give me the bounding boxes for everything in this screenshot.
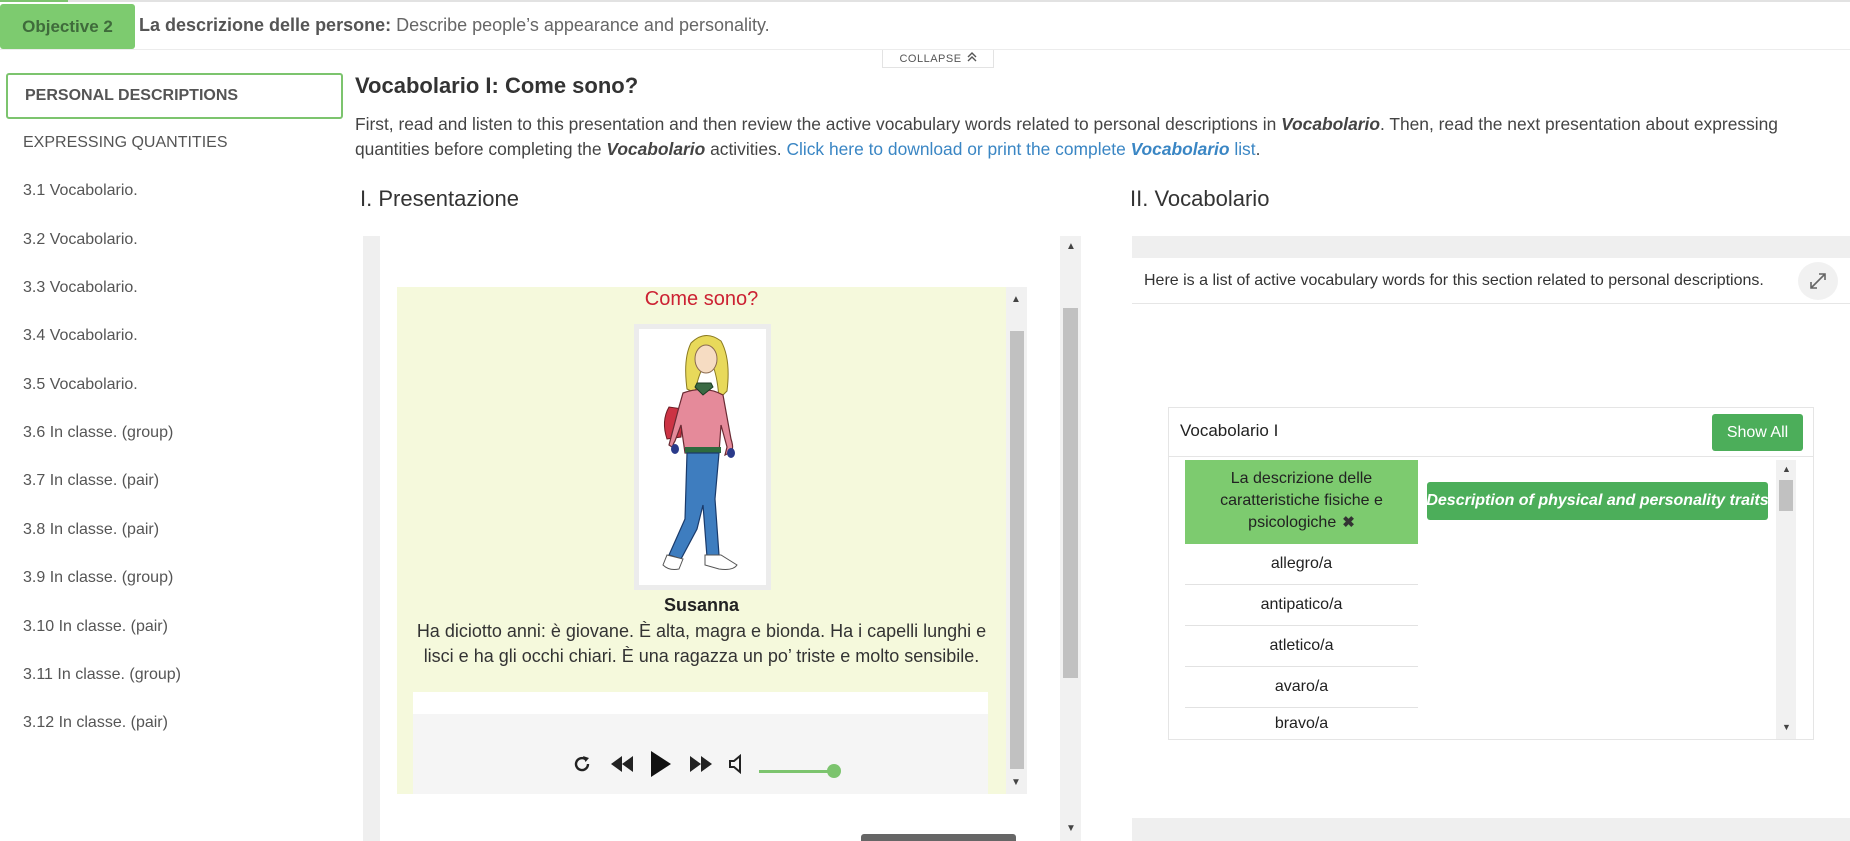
sidebar-item-label: 3.6 In classe. (group)	[23, 424, 174, 441]
vocab-box-title: Vocabolario I	[1180, 421, 1279, 440]
vocab-scrollbar[interactable]	[1776, 460, 1796, 739]
rewind-icon[interactable]	[609, 752, 635, 776]
sidebar-item-label: 3.7 In classe. (pair)	[23, 472, 160, 489]
sidebar-item-3-4[interactable]: 3.4 Vocabolario.	[0, 313, 345, 359]
card-scroll-up-arrow-icon[interactable]: ▲	[1011, 294, 1021, 305]
objective-subtitle: Describe people’s appearance and persona…	[391, 15, 770, 35]
objective-badge[interactable]: Objective 2	[0, 4, 135, 49]
vocab-term-row[interactable]: allegro/a	[1185, 544, 1418, 585]
scroll-down-arrow-icon[interactable]: ▼	[1066, 823, 1076, 834]
page-title: Vocabolario I: Come sono?	[355, 73, 639, 98]
sidebar-item-label: 3.3 Vocabolario.	[23, 279, 138, 296]
character-name: Susanna	[663, 595, 740, 615]
sidebar-item-label: 3.11 In classe. (group)	[23, 666, 182, 683]
sidebar-item-label: 3.8 In classe. (pair)	[23, 521, 160, 538]
sidebar-item-label: 3.5 Vocabolario.	[23, 376, 138, 393]
sidebar-item-label: 3.10 In classe. (pair)	[23, 618, 168, 635]
sidebar-item-label: 3.9 In classe. (group)	[23, 569, 174, 586]
chevron-double-up-icon	[967, 52, 977, 65]
sidebar-item-label: PERSONAL DESCRIPTIONS	[25, 87, 239, 104]
vocab-term-row[interactable]: avaro/a	[1185, 667, 1418, 708]
presentation-title: Come sono?	[644, 288, 759, 310]
link-text-1: Click here to download or print the comp…	[786, 139, 1131, 159]
show-all-button[interactable]: Show All	[1712, 414, 1803, 451]
link-text-2: list	[1229, 139, 1256, 159]
vocab-scroll-up-arrow-icon[interactable]: ▲	[1782, 464, 1791, 474]
sidebar-item-3-11[interactable]: 3.11 In classe. (group)	[0, 652, 345, 698]
close-icon[interactable]: ✖	[1342, 514, 1355, 531]
volume-icon[interactable]	[726, 752, 746, 776]
intro-text-1: First, read and listen to this presentat…	[355, 114, 1282, 134]
character-description: Ha diciotto anni: è giovane. È alta, mag…	[416, 621, 987, 666]
sidebar-item-label: 3.2 Vocabolario.	[23, 231, 138, 248]
sidebar-item-3-1[interactable]: 3.1 Vocabolario.	[0, 168, 345, 214]
play-icon[interactable]	[648, 749, 674, 779]
definition-header-button[interactable]: Description of physical and personality …	[1426, 482, 1769, 520]
replay-icon[interactable]	[570, 752, 594, 776]
objective-bar: Objective 2 La descrizione delle persone…	[0, 2, 1850, 50]
vocab-term-row[interactable]: antipatico/a	[1185, 585, 1418, 626]
frame-scrollbar[interactable]	[1060, 236, 1081, 841]
scroll-up-arrow-icon[interactable]: ▲	[1066, 241, 1076, 252]
collapse-button[interactable]: COLLAPSE	[882, 50, 994, 68]
sidebar-item-3-3[interactable]: 3.3 Vocabolario.	[0, 265, 345, 311]
vocab-term-row[interactable]: atletico/a	[1185, 626, 1418, 667]
volume-slider-track[interactable]	[759, 770, 833, 773]
sidebar-item-3-5[interactable]: 3.5 Vocabolario.	[0, 362, 345, 408]
frame-left-border	[363, 236, 380, 841]
intro-emphasis-2: Vocabolario	[606, 139, 706, 159]
card-scrollbar[interactable]	[1006, 287, 1027, 794]
intro-text-3: activities.	[705, 139, 787, 159]
section-heading-presentazione: I. Presentazione	[360, 186, 519, 211]
sidebar-item-label: 3.12 In classe. (pair)	[23, 714, 168, 731]
sidebar-item-3-8[interactable]: 3.8 In classe. (pair)	[0, 507, 345, 553]
sidebar-item-3-2[interactable]: 3.2 Vocabolario.	[0, 217, 345, 263]
vocab-scrollbar-thumb[interactable]	[1779, 480, 1793, 511]
sidebar-item-3-12[interactable]: 3.12 In classe. (pair)	[0, 700, 345, 746]
collapse-label: COLLAPSE	[899, 52, 962, 65]
sidebar-item-personal-descriptions[interactable]: PERSONAL DESCRIPTIONS	[6, 73, 343, 119]
sidebar-item-3-6[interactable]: 3.6 In classe. (group)	[0, 410, 345, 456]
volume-slider-handle[interactable]	[827, 764, 841, 778]
bottom-tab-handle[interactable]	[861, 834, 1016, 841]
intro-emphasis-1: Vocabolario	[1281, 114, 1380, 134]
fast-forward-icon[interactable]	[688, 752, 714, 776]
vocab-panel-footer-band	[1132, 818, 1850, 841]
audio-player-top	[413, 692, 988, 714]
vocab-panel-header-band	[1132, 236, 1850, 258]
link-emphasis: Vocabolario	[1130, 139, 1230, 159]
sidebar-item-label: EXPRESSING QUANTITIES	[23, 134, 228, 151]
expand-icon[interactable]	[1798, 262, 1838, 300]
sidebar-item-3-10[interactable]: 3.10 In classe. (pair)	[0, 604, 345, 650]
card-scrollbar-thumb[interactable]	[1010, 331, 1024, 769]
download-vocabolario-link[interactable]: Click here to download or print the comp…	[786, 139, 1255, 159]
vocab-scroll-down-arrow-icon[interactable]: ▼	[1782, 722, 1791, 732]
scrollbar-thumb[interactable]	[1063, 308, 1078, 678]
intro-paragraph: First, read and listen to this presentat…	[355, 112, 1825, 162]
sidebar-item-label: 3.4 Vocabolario.	[23, 327, 138, 344]
term-header-text: La descrizione delle caratteristiche fis…	[1220, 470, 1383, 531]
vocab-note-text: Here is a list of active vocabulary word…	[1144, 272, 1764, 289]
sidebar-item-expressing-quantities[interactable]: EXPRESSING QUANTITIES	[0, 120, 345, 166]
sidebar-item-3-7[interactable]: 3.7 In classe. (pair)	[0, 458, 345, 504]
vocab-note: Here is a list of active vocabulary word…	[1132, 258, 1850, 304]
vocab-term-row[interactable]: bravo/a	[1185, 708, 1418, 739]
objective-description: La descrizione delle persone: Describe p…	[139, 15, 770, 36]
card-scroll-down-arrow-icon[interactable]: ▼	[1011, 777, 1021, 788]
section-heading-vocabolario: II. Vocabolario	[1130, 186, 1270, 211]
susanna-illustration	[634, 324, 771, 590]
sidebar-item-label: 3.1 Vocabolario.	[23, 182, 138, 199]
intro-end: .	[1255, 139, 1261, 159]
sidebar-item-3-9[interactable]: 3.9 In classe. (group)	[0, 555, 345, 601]
term-header-card[interactable]: La descrizione delle caratteristiche fis…	[1185, 460, 1418, 544]
objective-title: La descrizione delle persone:	[139, 15, 392, 35]
